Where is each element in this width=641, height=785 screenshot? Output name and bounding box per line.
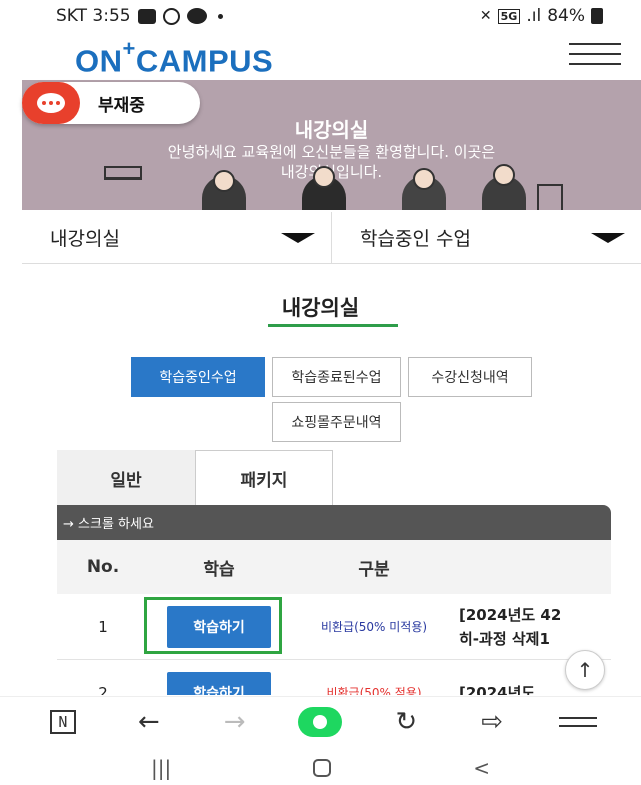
table-header: No. 학습 구분 [57,540,611,594]
course-title-line-1: [2024년도 42 [459,605,562,624]
home-button[interactable] [298,702,343,742]
tab-general[interactable]: 일반 [57,450,195,506]
tab-package[interactable]: 패키지 [195,450,333,506]
dropdown-my-classroom[interactable]: 내강의실 [22,212,332,263]
start-study-button[interactable]: 학습하기 [167,605,271,648]
chat-status-label: 부재중 [98,95,145,116]
signal-icon: .ıl [526,6,542,26]
person-head-4 [493,164,515,186]
person-head-1 [213,170,235,192]
kakaotalk-notification-icon [186,8,207,24]
page-title: 내강의실 [281,296,360,320]
course-title-line-2: 히-과정 삭제1 [459,629,550,648]
laptop-icon [537,184,563,210]
forward-arrow-icon[interactable]: → [213,702,257,742]
dropdown-current-classes[interactable]: 학습중인 수업 [332,212,641,263]
chat-status-button[interactable]: 부재중 [22,82,200,124]
status-left: SKT 3:55 [56,6,223,26]
header-type: 구분 [358,559,390,580]
gallery-notification-icon [137,8,156,24]
browser-toolbar: N ← → ↻ ⇨ [0,696,641,746]
system-back-icon[interactable]: < [473,756,490,780]
scroll-hint-text: → 스크롤 하세요 [63,517,154,532]
status-right: ✕ 5G .ıl 84% [480,6,603,26]
course-type-tabs: 일반 패키지 [57,450,334,506]
title-underline [268,324,398,327]
shelf-icon [104,166,142,180]
scroll-hint-bar: → 스크롤 하세요 [57,505,611,540]
header-study: 학습 [203,559,235,580]
chat-icon [22,82,80,124]
battery-icon [591,8,603,24]
tab-finished-classes[interactable]: 학습종료된수업 [272,357,401,397]
battery-level: 84% [547,6,585,26]
back-arrow-icon[interactable]: ← [127,702,171,742]
study-cell: 학습하기 [149,605,289,648]
carrier-time: SKT 3:55 [56,6,131,26]
navigation-dropdowns: 내강의실 학습중인 수업 [22,212,641,264]
refresh-icon[interactable]: ↻ [384,702,428,742]
mute-icon: ✕ [479,8,492,24]
instagram-notification-icon [162,7,180,25]
hamburger-menu-icon[interactable] [569,43,621,67]
banner-line-1: 안녕하세요 교육원에 오신분들을 환영합니다. 이곳은 [167,143,496,161]
logo-plus: + [122,36,136,61]
refund-type: 비환급(50% 미적용) [320,620,428,634]
refund-type: 비환급(50% 적용) [326,686,422,695]
logo-on: ON [75,43,123,79]
study-cell: 학습하기 [149,671,289,695]
green-home-icon [298,706,343,737]
share-icon[interactable]: ⇨ [470,702,514,742]
naver-n-icon: N [49,709,76,734]
dropdown-label: 내강의실 [50,228,120,250]
tab-current-classes[interactable]: 학습중인수업 [131,357,265,397]
course-title[interactable]: [2024년도 42 히-과정 삭제1 [459,603,611,651]
row-number: 2 [98,683,108,696]
header-no: No. [86,557,120,577]
5g-icon: 5G [497,8,521,24]
caret-down-icon [591,232,625,243]
system-navigation-bar: ||| < [0,750,641,785]
table-row: 2 학습하기 비환급(50% 적용) [2024년도 [57,660,611,695]
status-bar: SKT 3:55 ✕ 5G .ıl 84% [0,0,641,32]
person-head-2 [313,166,335,188]
recent-apps-icon[interactable]: ||| [151,756,171,780]
system-home-icon[interactable] [313,758,332,777]
banner-illustration [152,164,572,210]
row-number: 1 [98,617,108,636]
logo-campus: CAMPUS [135,43,274,79]
oncampus-logo[interactable]: ON+CAMPUS [75,36,274,79]
tab-registration-history[interactable]: 수강신청내역 [408,357,532,397]
person-head-3 [413,168,435,190]
table-row: 1 학습하기 비환급(50% 미적용) [2024년도 42 히-과정 삭제1 [57,594,611,660]
dropdown-label: 학습중인 수업 [360,228,471,250]
more-notifications-dot-icon [217,13,223,19]
caret-down-icon [281,232,315,243]
tab-shop-orders[interactable]: 쇼핑몰주문내역 [272,402,401,442]
scroll-to-top-icon[interactable]: ↑ [565,650,605,690]
browser-menu-icon[interactable] [556,702,600,742]
app-header: ON+CAMPUS [0,32,641,80]
naver-tab-button[interactable]: N [41,702,85,742]
start-study-button[interactable]: 학습하기 [167,671,271,695]
course-table: No. 학습 구분 1 학습하기 비환급(50% 미적용) [2024년도 42… [57,540,611,695]
